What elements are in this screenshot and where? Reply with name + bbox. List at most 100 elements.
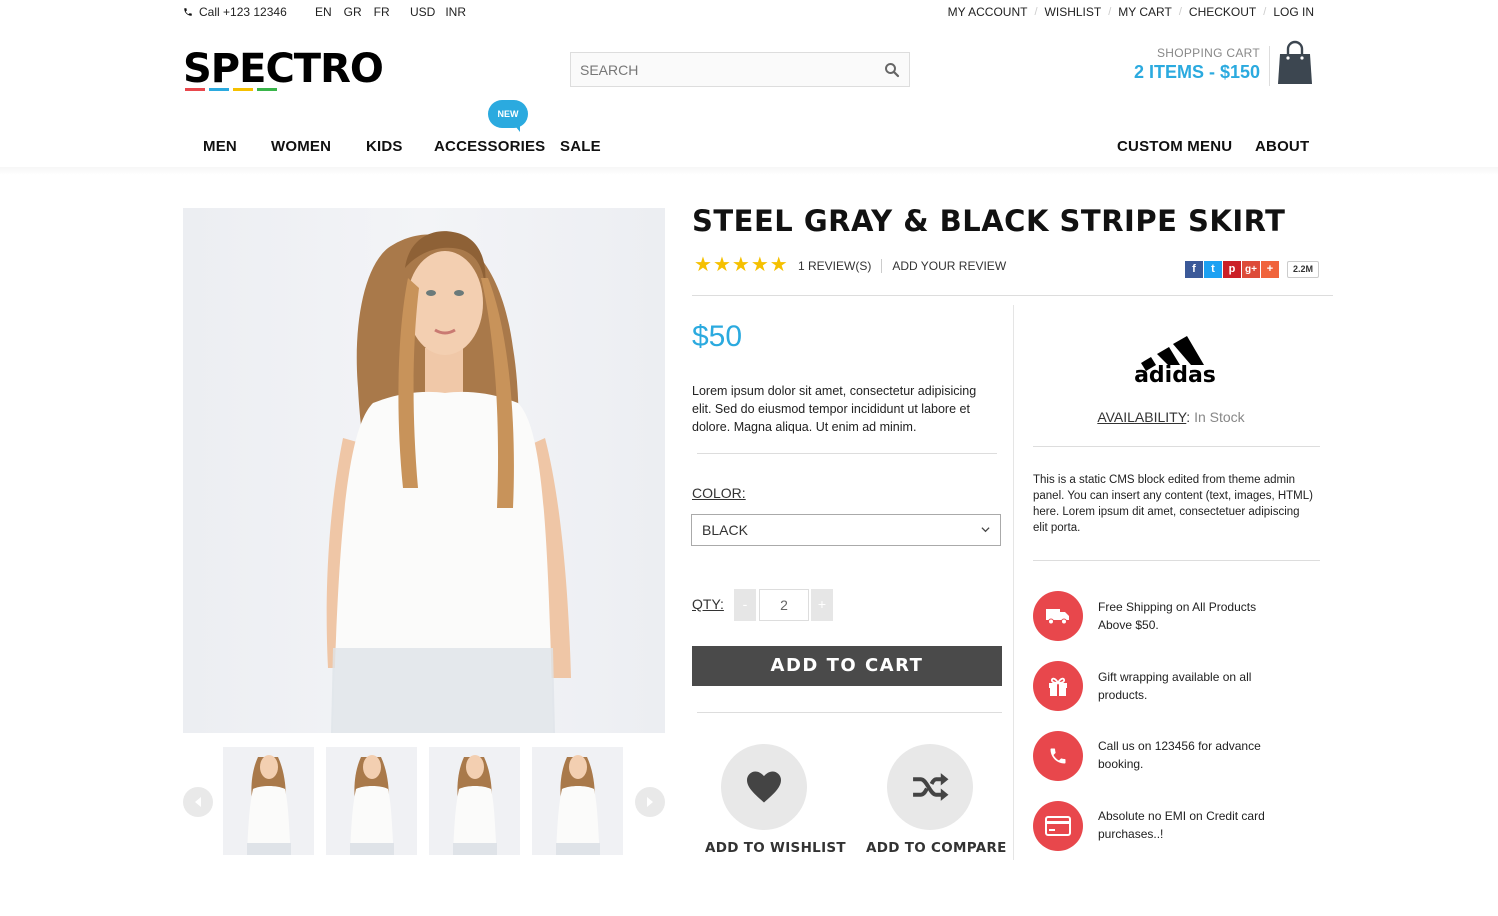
- checkout-link[interactable]: CHECKOUT: [1189, 5, 1256, 19]
- gift-icon: [1049, 677, 1067, 696]
- search-icon[interactable]: [883, 61, 901, 79]
- feature-text: Call us on 123456 for advance booking.: [1098, 739, 1261, 771]
- separator: /: [1034, 6, 1038, 18]
- social-share: f t p g+ +: [1185, 261, 1279, 278]
- add-to-compare-label[interactable]: ADD TO COMPARE: [866, 840, 1007, 856]
- brand-wordmark: adidas: [1134, 363, 1216, 386]
- rating-stars: ★ ★ ★ ★ ★: [694, 254, 788, 276]
- site-logo[interactable]: SPECTRO: [183, 47, 384, 91]
- separator: /: [1178, 6, 1182, 18]
- thumb-next-button[interactable]: [635, 787, 665, 817]
- twitter-icon[interactable]: t: [1204, 261, 1222, 278]
- login-link[interactable]: LOG IN: [1273, 5, 1314, 19]
- product-thumbnail[interactable]: [532, 747, 623, 855]
- reviews-count-link[interactable]: 1 REVIEW(S): [798, 259, 871, 273]
- product-main-image[interactable]: [183, 208, 665, 733]
- separator: [881, 259, 883, 273]
- add-review-link[interactable]: ADD YOUR REVIEW: [892, 259, 1006, 273]
- divider: [1033, 446, 1320, 447]
- phone-info: Call +123 12346: [183, 5, 287, 19]
- thumbnail-photo: [556, 755, 600, 855]
- logo-color-bars: [185, 88, 277, 91]
- nav-shadow: [0, 167, 1498, 175]
- search-input[interactable]: [571, 61, 871, 78]
- chevron-left-icon: [195, 797, 201, 807]
- cms-block: This is a static CMS block edited from t…: [1033, 474, 1313, 534]
- currency-usd[interactable]: USD: [410, 5, 435, 19]
- pinterest-icon[interactable]: p: [1223, 261, 1241, 278]
- logo-bar-green: [257, 88, 277, 91]
- nav-about[interactable]: ABOUT: [1255, 138, 1309, 155]
- feature-text: Free Shipping on All Products Above $50.: [1098, 600, 1257, 632]
- thumbnail-photo: [247, 755, 291, 855]
- add-to-cart-button[interactable]: ADD TO CART: [692, 646, 1002, 686]
- add-to-wishlist-button[interactable]: [721, 744, 807, 830]
- product-photo: [326, 231, 571, 733]
- my-account-link[interactable]: MY ACCOUNT: [948, 5, 1028, 19]
- thumbnail-photo: [453, 755, 497, 855]
- star-icon: ★: [750, 254, 769, 276]
- google-plus-icon[interactable]: g+: [1242, 261, 1260, 278]
- product-thumbnail[interactable]: [223, 747, 314, 855]
- nav-accessories[interactable]: ACCESSORIES: [434, 138, 545, 155]
- color-selected-value: BLACK: [702, 522, 748, 538]
- nav-sale[interactable]: SALE: [560, 138, 601, 155]
- feature-phone: [1033, 731, 1083, 781]
- product-thumbnail[interactable]: [429, 747, 520, 855]
- logo-bar-blue: [209, 88, 229, 91]
- qty-increment-button[interactable]: +: [811, 589, 833, 621]
- color-select[interactable]: BLACK: [691, 514, 1001, 546]
- facebook-icon[interactable]: f: [1185, 261, 1203, 278]
- divider: [697, 453, 997, 454]
- share-count: 2.2M: [1287, 261, 1319, 278]
- availability: AVAILABILITY: In Stock: [1033, 409, 1309, 425]
- currency-inr[interactable]: INR: [445, 5, 466, 19]
- logo-bar-yellow: [233, 88, 253, 91]
- top-bar: Call +123 12346 EN GR FR USD INR MY ACCO…: [183, 5, 1314, 21]
- separator: /: [1263, 6, 1267, 18]
- separator: /: [1108, 6, 1112, 18]
- cart-summary[interactable]: 2 ITEMS - $150: [1080, 62, 1260, 83]
- my-cart-link[interactable]: MY CART: [1118, 5, 1172, 19]
- nav-kids[interactable]: KIDS: [366, 138, 403, 155]
- nav-women[interactable]: WOMEN: [271, 138, 331, 155]
- account-links: MY ACCOUNT / WISHLIST / MY CART / CHECKO…: [948, 5, 1314, 19]
- credit-card-icon: [1045, 816, 1071, 836]
- phone-icon: [1050, 748, 1066, 764]
- feature-credit-card: [1033, 801, 1083, 851]
- shopping-bag-icon[interactable]: [1277, 40, 1313, 86]
- main-nav: MEN WOMEN KIDS ACCESSORIES NEW SALE CUST…: [183, 100, 1314, 164]
- chevron-down-icon: [981, 527, 990, 533]
- star-icon: ★: [712, 254, 731, 276]
- divider: [697, 712, 1002, 713]
- wishlist-link[interactable]: WISHLIST: [1045, 5, 1102, 19]
- divider: [692, 295, 1333, 296]
- product-thumbnail[interactable]: [326, 747, 417, 855]
- thumbnail-photo: [350, 755, 394, 855]
- addthis-icon[interactable]: +: [1261, 261, 1279, 278]
- qty-decrement-button[interactable]: -: [734, 589, 756, 621]
- nav-custom-menu[interactable]: CUSTOM MENU: [1117, 138, 1232, 155]
- phone-text: Call +123 12346: [199, 5, 287, 19]
- feature-text: Gift wrapping available on all products.: [1098, 670, 1252, 702]
- star-icon: ★: [731, 254, 750, 276]
- logo-bar-red: [185, 88, 205, 91]
- badge-label: NEW: [488, 100, 528, 128]
- star-icon: ★: [769, 254, 788, 276]
- lang-gr[interactable]: GR: [344, 5, 362, 19]
- product-description: Lorem ipsum dolor sit amet, consectetur …: [692, 384, 977, 434]
- add-to-compare-button[interactable]: [887, 744, 973, 830]
- adidas-logo[interactable]: adidas: [1125, 318, 1225, 386]
- column-divider: [1013, 305, 1014, 860]
- heart-icon: [747, 771, 781, 803]
- feature-shipping: [1033, 591, 1083, 641]
- lang-fr[interactable]: FR: [374, 5, 390, 19]
- qty-input[interactable]: 2: [759, 589, 809, 621]
- nav-men[interactable]: MEN: [203, 138, 237, 155]
- search-box: [570, 52, 910, 87]
- lang-en[interactable]: EN: [315, 5, 332, 19]
- thumb-prev-button[interactable]: [183, 787, 213, 817]
- product-title: STEEL GRAY & BLACK STRIPE SKIRT: [692, 204, 1286, 238]
- add-to-wishlist-label[interactable]: ADD TO WISHLIST: [705, 840, 846, 856]
- feature-text: Absolute no EMI on Credit card purchases…: [1098, 809, 1265, 841]
